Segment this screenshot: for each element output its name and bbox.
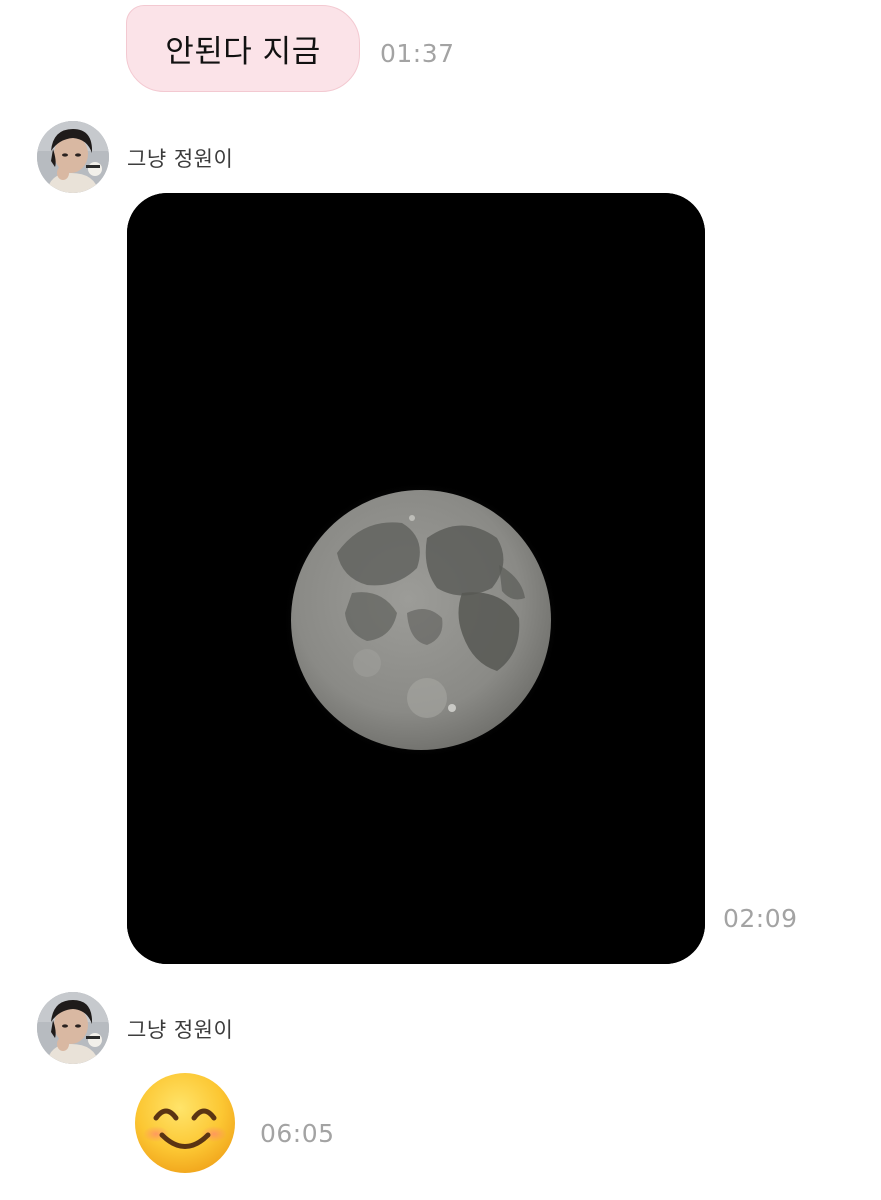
avatar-photo-icon — [37, 121, 109, 193]
full-moon-photo-icon — [127, 193, 705, 964]
image-message[interactable] — [127, 193, 705, 964]
message-timestamp: 01:37 — [380, 39, 455, 68]
message-timestamp: 06:05 — [260, 1119, 335, 1148]
sender-name: 그냥 정원이 — [127, 1018, 234, 1042]
sender-avatar[interactable] — [37, 992, 109, 1064]
message-timestamp: 02:09 — [723, 904, 798, 933]
outgoing-message-bubble[interactable]: 안된다 지금 — [126, 5, 360, 92]
smiling-face-emoji-icon — [135, 1073, 235, 1173]
chat-screen: 안된다 지금 01:37 그냥 정원이 02:09 그냥 정원이 06:05 — [0, 0, 881, 1200]
avatar-photo-icon — [37, 992, 109, 1064]
sender-name: 그냥 정원이 — [127, 147, 234, 171]
sender-avatar[interactable] — [37, 121, 109, 193]
emoji-message[interactable] — [134, 1072, 236, 1174]
message-text: 안된다 지금 — [165, 34, 321, 70]
